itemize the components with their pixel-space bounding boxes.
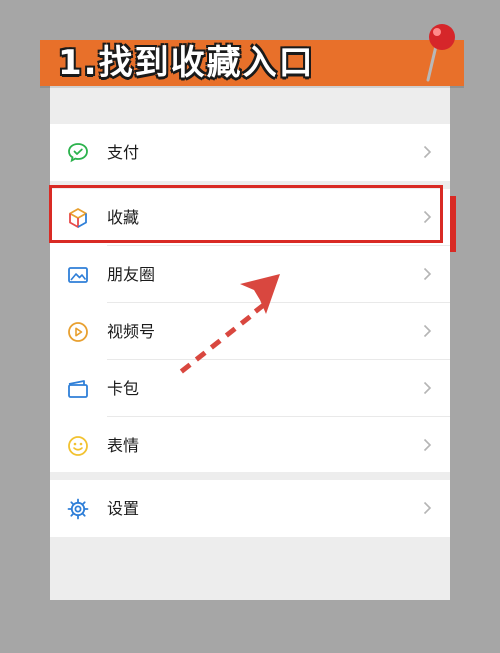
menu-item-label: 表情	[107, 436, 140, 455]
menu-item-label: 支付	[107, 143, 140, 162]
menu-item-label: 卡包	[107, 379, 140, 398]
pointer-arrow-icon	[179, 274, 280, 374]
moments-photo-icon	[68, 267, 88, 283]
banner-title: 1.找到收藏入口	[58, 43, 315, 83]
chevron-right-icon	[423, 381, 432, 395]
menu-item-settings[interactable]: 设置	[50, 480, 450, 537]
pushpin-icon	[426, 24, 455, 82]
menu-item-pay[interactable]: 支付	[50, 124, 450, 181]
menu-item-stickers[interactable]: 表情	[50, 417, 450, 474]
menu-item-label: 视频号	[107, 322, 156, 341]
highlight-frame	[49, 185, 443, 243]
card-wallet-icon	[68, 380, 88, 398]
menu-item-label: 朋友圈	[107, 265, 156, 284]
chevron-right-icon	[423, 267, 432, 281]
chevron-right-icon	[423, 501, 432, 515]
group-pay: 支付	[50, 124, 450, 181]
sticker-smile-icon	[68, 436, 88, 456]
wechat-pay-icon	[68, 143, 88, 163]
chevron-right-icon	[423, 145, 432, 159]
group-settings: 设置	[50, 480, 450, 537]
channels-play-icon	[68, 322, 88, 342]
chevron-right-icon	[423, 438, 432, 452]
menu-item-label: 设置	[107, 499, 140, 518]
chevron-right-icon	[423, 324, 432, 338]
settings-gear-icon	[67, 498, 89, 520]
